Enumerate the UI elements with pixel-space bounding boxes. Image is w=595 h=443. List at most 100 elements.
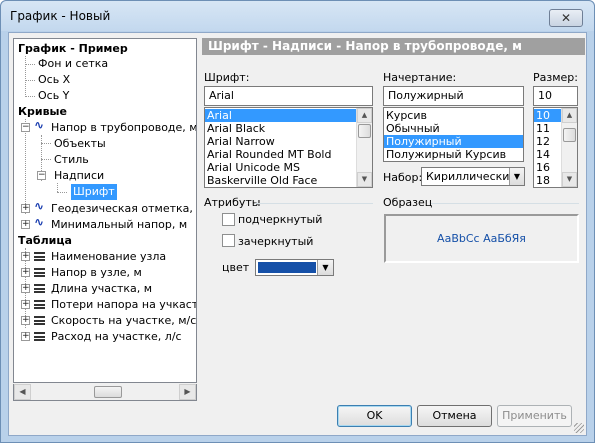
strikethrough-checkbox[interactable] (222, 234, 235, 247)
dialog-client: График - Пример Фон и сетка Ось X Ось Y … (8, 32, 587, 436)
size-list[interactable]: 10 11 12 14 16 18 ▲ ▼ (533, 107, 578, 188)
tree-item-table-column[interactable]: Длина участка, м (51, 281, 152, 297)
tree-item-font-selected[interactable]: Шрифт (71, 184, 117, 200)
underline-checkbox[interactable] (222, 213, 235, 226)
style-option[interactable]: Курсив (384, 109, 523, 122)
tree-horizontal-scrollbar[interactable]: ◀ ▶ (13, 384, 197, 401)
tree-item-table-column[interactable]: Потери напора на учкастке (51, 297, 196, 313)
size-option[interactable]: 11 (534, 122, 562, 135)
tree-item-curve-min-head[interactable]: Минимальный напор, м (51, 217, 187, 233)
tree-item-curve-head[interactable]: Напор в трубопроводе, м (51, 120, 196, 136)
settings-tree[interactable]: График - Пример Фон и сетка Ось X Ось Y … (13, 38, 197, 383)
table-column-icon (34, 252, 45, 261)
chevron-down-icon[interactable]: ▼ (317, 260, 333, 275)
resize-grip-icon[interactable] (574, 423, 584, 433)
tree-item-table-column[interactable]: Скорость на участке, м/с (51, 313, 196, 329)
font-option-selected[interactable]: Arial (205, 109, 357, 122)
charset-value: Кириллический (426, 170, 517, 183)
tree-item-background[interactable]: Фон и сетка (38, 56, 108, 72)
table-column-icon (34, 332, 45, 341)
style-option-selected[interactable]: Полужирный (384, 135, 523, 148)
font-option[interactable]: Arial Unicode MS (205, 161, 357, 174)
font-list-scrollbar[interactable]: ▲ ▼ (356, 108, 372, 187)
tree-item-table-column[interactable]: Напор в узле, м (51, 265, 142, 281)
expand-toggle[interactable]: + (21, 300, 30, 309)
expand-toggle[interactable]: + (21, 284, 30, 293)
cancel-button[interactable]: Отмена (417, 405, 492, 427)
font-option[interactable]: Arial Black (205, 122, 357, 135)
expand-toggle[interactable]: + (21, 268, 30, 277)
scroll-thumb[interactable] (563, 128, 576, 142)
style-option[interactable]: Обычный (384, 122, 523, 135)
size-input[interactable]: 10 (533, 86, 578, 106)
style-label: Начертание: (383, 71, 457, 84)
title-bar: График - Новый ✕ (1, 1, 594, 31)
table-column-icon (34, 284, 45, 293)
font-sample-text: AaBbCc AaБбЯя (437, 232, 526, 245)
font-option[interactable]: Arial Rounded MT Bold (205, 148, 357, 161)
style-list[interactable]: Курсив Обычный Полужирный Полужирный Кур… (383, 107, 524, 162)
style-input[interactable]: Полужирный (383, 86, 524, 106)
expand-toggle[interactable]: + (21, 204, 30, 213)
divider (255, 203, 373, 204)
tree-item-style[interactable]: Стиль (54, 152, 89, 168)
tree-group-table[interactable]: Таблица (18, 233, 72, 249)
size-label: Размер: (533, 71, 578, 84)
color-label: цвет (222, 261, 250, 274)
apply-button[interactable]: Применить (497, 405, 572, 427)
size-option[interactable]: 18 (534, 174, 562, 187)
scroll-down-icon[interactable]: ▼ (562, 172, 577, 187)
color-swatch (258, 262, 316, 273)
curve-icon: ∿ (34, 118, 45, 132)
font-list[interactable]: Arial Arial Black Arial Narrow Arial Rou… (204, 107, 373, 188)
font-input[interactable]: Arial (204, 86, 373, 106)
ok-button[interactable]: OK (337, 405, 412, 427)
tree-item-table-column[interactable]: Наименование узла (51, 249, 166, 265)
expand-toggle[interactable]: + (21, 220, 30, 229)
scroll-thumb[interactable] (94, 386, 122, 398)
curve-icon: ∿ (34, 199, 45, 213)
size-option-selected[interactable]: 10 (534, 109, 562, 122)
tree-item-axis-x[interactable]: Ось X (38, 72, 70, 88)
sample-group-label: Образец (383, 196, 433, 209)
strikethrough-label[interactable]: зачеркнутый (238, 235, 313, 248)
charset-label: Набор: (383, 171, 423, 184)
close-button[interactable]: ✕ (549, 9, 583, 27)
expand-toggle[interactable]: + (21, 332, 30, 341)
tree-item-axis-y[interactable]: Ось Y (38, 88, 69, 104)
scroll-down-icon[interactable]: ▼ (357, 172, 372, 187)
window-title: График - Новый (10, 9, 111, 23)
font-label: Шрифт: (204, 71, 250, 84)
chevron-down-icon[interactable]: ▼ (509, 168, 524, 185)
scroll-left-icon[interactable]: ◀ (14, 384, 31, 400)
tree-item-table-column[interactable]: Расход на участке, л/с (51, 329, 182, 345)
scroll-up-icon[interactable]: ▲ (357, 108, 372, 123)
size-option[interactable]: 16 (534, 161, 562, 174)
attributes-group-label: Атрибуты (204, 196, 261, 209)
charset-select[interactable]: Кириллический ▼ (421, 167, 525, 186)
scroll-up-icon[interactable]: ▲ (562, 108, 577, 123)
style-option[interactable]: Полужирный Курсив (384, 148, 523, 161)
scroll-right-icon[interactable]: ▶ (179, 384, 196, 400)
curve-icon: ∿ (34, 215, 45, 229)
scroll-thumb[interactable] (358, 124, 371, 138)
divider (431, 203, 579, 204)
collapse-toggle[interactable]: − (37, 171, 46, 180)
font-option[interactable]: Baskerville Old Face (205, 174, 357, 187)
font-option[interactable]: Arial Narrow (205, 135, 357, 148)
dialog-window: График - Новый ✕ График - Пример Фон и с… (0, 0, 595, 443)
size-option[interactable]: 14 (534, 148, 562, 161)
size-list-scrollbar[interactable]: ▲ ▼ (561, 108, 577, 187)
tree-item-curve-elevation[interactable]: Геодезическая отметка, м (51, 201, 196, 217)
underline-label[interactable]: подчеркнутый (238, 213, 322, 226)
tree-root[interactable]: График - Пример (18, 41, 128, 57)
table-column-icon (34, 316, 45, 325)
table-column-icon (34, 268, 45, 277)
collapse-toggle[interactable]: − (21, 123, 30, 132)
expand-toggle[interactable]: + (21, 316, 30, 325)
size-option[interactable]: 12 (534, 135, 562, 148)
tree-item-objects[interactable]: Объекты (54, 136, 106, 152)
color-picker[interactable]: ▼ (255, 259, 334, 276)
expand-toggle[interactable]: + (21, 252, 30, 261)
tree-item-labels[interactable]: Надписи (54, 168, 104, 184)
